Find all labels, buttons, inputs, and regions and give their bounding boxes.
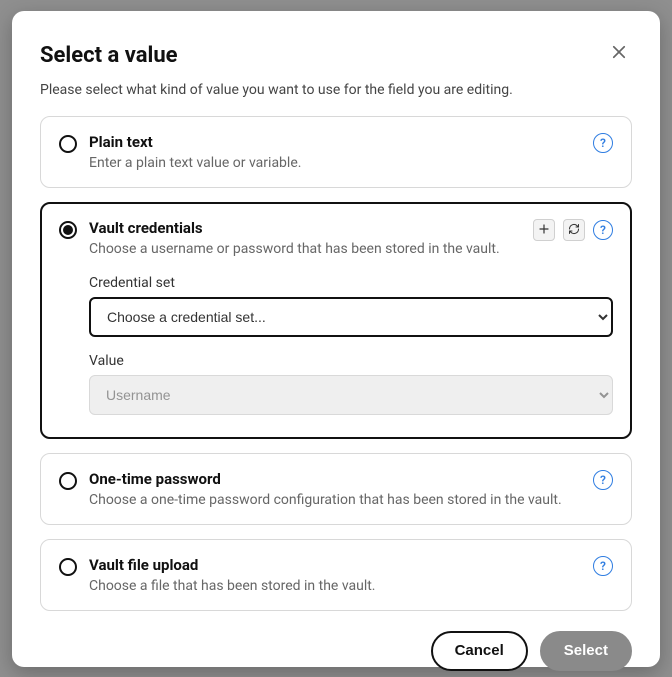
add-credential-button[interactable]: [533, 219, 555, 241]
help-button-plain-text[interactable]: ?: [593, 133, 613, 153]
close-button[interactable]: [606, 39, 632, 65]
select-value-modal: Select a value Please select what kind o…: [12, 11, 660, 667]
option-plain-text-description: Enter a plain text value or variable.: [89, 155, 573, 171]
radio-otp[interactable]: [59, 472, 77, 490]
cancel-button[interactable]: Cancel: [431, 631, 528, 671]
modal-title: Select a value: [40, 43, 178, 68]
option-vault-credentials-description: Choose a username or password that has b…: [89, 241, 513, 257]
option-otp-text: One-time password Choose a one-time pass…: [89, 470, 573, 508]
credential-set-label: Credential set: [89, 275, 613, 291]
help-button-file-upload[interactable]: ?: [593, 556, 613, 576]
help-icon: ?: [600, 136, 606, 150]
modal-header: Select a value: [40, 39, 632, 68]
help-button-otp[interactable]: ?: [593, 470, 613, 490]
option-otp[interactable]: One-time password Choose a one-time pass…: [40, 453, 632, 525]
vault-credentials-body: Credential set Choose a credential set..…: [89, 275, 613, 415]
radio-vault-credentials[interactable]: [59, 221, 77, 239]
options-list: Plain text Enter a plain text value or v…: [40, 116, 632, 611]
help-icon: ?: [600, 559, 606, 573]
option-vault-credentials-text: Vault credentials Choose a username or p…: [89, 219, 513, 257]
option-file-upload-description: Choose a file that has been stored in th…: [89, 578, 573, 594]
radio-file-upload[interactable]: [59, 558, 77, 576]
value-select[interactable]: Username: [89, 375, 613, 415]
modal-footer: Cancel Select: [40, 611, 632, 671]
refresh-icon: [568, 220, 580, 239]
option-plain-text[interactable]: Plain text Enter a plain text value or v…: [40, 116, 632, 188]
select-button[interactable]: Select: [540, 631, 632, 671]
option-file-upload-text: Vault file upload Choose a file that has…: [89, 556, 573, 594]
option-vault-credentials[interactable]: Vault credentials Choose a username or p…: [40, 202, 632, 439]
help-icon: ?: [600, 223, 606, 237]
option-file-upload[interactable]: Vault file upload Choose a file that has…: [40, 539, 632, 611]
credential-set-select[interactable]: Choose a credential set...: [89, 297, 613, 337]
option-file-upload-title: Vault file upload: [89, 556, 573, 574]
plus-icon: [538, 220, 550, 239]
value-label: Value: [89, 353, 613, 369]
option-otp-title: One-time password: [89, 470, 573, 488]
option-vault-credentials-title: Vault credentials: [89, 219, 513, 237]
option-otp-description: Choose a one-time password configuration…: [89, 492, 573, 508]
modal-backdrop: Select a value Please select what kind o…: [0, 0, 672, 677]
help-icon: ?: [600, 473, 606, 487]
option-plain-text-title: Plain text: [89, 133, 573, 151]
close-icon: [610, 49, 628, 64]
refresh-credentials-button[interactable]: [563, 219, 585, 241]
radio-plain-text[interactable]: [59, 135, 77, 153]
option-plain-text-text: Plain text Enter a plain text value or v…: [89, 133, 573, 171]
help-button-vault-credentials[interactable]: ?: [593, 220, 613, 240]
modal-description: Please select what kind of value you wan…: [40, 82, 632, 98]
